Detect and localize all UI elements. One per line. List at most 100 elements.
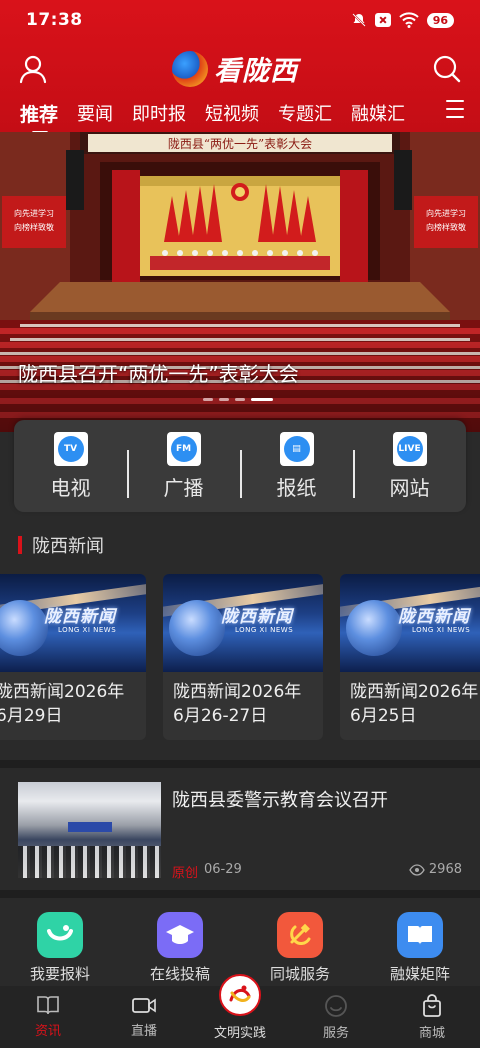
media-item-tv[interactable]: TV 电视: [14, 431, 127, 501]
media-label: 报纸: [276, 475, 317, 500]
carousel-dot: [203, 398, 213, 401]
nav-label: 文明实践: [213, 1026, 266, 1041]
bottom-navigation: 资讯 直播 文明实践 服务 商城: [0, 974, 480, 1048]
channel-tabs: 推荐 要闻 即时报 短视频 专题汇 融媒汇: [0, 94, 480, 134]
hero-banner[interactable]: 陇西县“两优一先”表彰大会 向先进学习 向榜样致敬 向先进学习 向榜样致敬 陇西…: [0, 132, 480, 432]
tab-topics[interactable]: 专题汇: [278, 100, 332, 126]
search-icon[interactable]: [432, 54, 462, 84]
news-thumbnail: 陇西新闻 LONG XI NEWS: [340, 574, 480, 672]
media-item-newspaper[interactable]: ▤ 报纸: [240, 431, 353, 501]
logo-mark-icon: [172, 50, 208, 87]
section-divider: [0, 760, 480, 768]
media-label: 电视: [50, 475, 91, 500]
tab-short-video[interactable]: 短视频: [205, 100, 259, 126]
svg-text:向榜样致敬: 向榜样致敬: [14, 222, 54, 232]
status-bar: 17:38 96: [0, 0, 480, 40]
user-icon[interactable]: [18, 54, 48, 84]
book-open-icon: [37, 996, 59, 1015]
media-item-website[interactable]: LIVE 网站: [353, 431, 466, 501]
news-carousel[interactable]: 陇西新闻 LONG XI NEWS 陇西新闻2026年 6月29日 陇西新闻 L…: [0, 574, 480, 742]
nav-label: 商城: [418, 1026, 445, 1041]
nav-label: 服务: [322, 1026, 349, 1041]
nav-label: 直播: [130, 1024, 157, 1039]
news-card-text: 陇西新闻2026年 6月25日: [340, 672, 480, 736]
news-card[interactable]: 陇西新闻 LONG XI NEWS 陇西新闻2026年 6月29日: [0, 574, 146, 740]
service-label: 融媒矩阵: [389, 965, 450, 983]
tab-instant[interactable]: 即时报: [132, 100, 186, 126]
article-thumbnail: [18, 782, 161, 878]
svg-text:向先进学习: 向先进学习: [426, 208, 466, 218]
newspaper-icon: ▤: [279, 431, 314, 466]
nav-mall[interactable]: 商城: [384, 986, 480, 1048]
nav-service[interactable]: 服务: [288, 986, 384, 1048]
tab-headlines[interactable]: 要闻: [77, 100, 113, 126]
article-views: 2968: [409, 862, 462, 877]
status-time: 17:38: [26, 10, 83, 30]
report-icon: [37, 912, 83, 958]
news-card-text: 陇西新闻2026年 6月26-27日: [163, 672, 323, 736]
media-entries: TV 电视 FM 广播 ▤ 报纸 LIVE 网站: [14, 420, 466, 512]
media-label: 网站: [389, 475, 430, 500]
smile-icon: [325, 995, 347, 1017]
article-item[interactable]: 陇西县委警示教育会议召开 原创 06-29 2968: [0, 768, 480, 890]
news-card-title-line2: 6月26-27日: [173, 706, 268, 726]
thumb-subtitle: LONG XI NEWS: [58, 626, 117, 634]
channel-menu-icon[interactable]: [446, 100, 464, 122]
app-logo: 看陇西: [172, 49, 298, 88]
tab-media[interactable]: 融媒汇: [351, 100, 405, 126]
tab-recommend[interactable]: 推荐: [20, 100, 58, 134]
news-card-title-line1: 陇西新闻2026年: [173, 682, 302, 702]
app-header: 17:38 96 看陇西 推荐 要闻 即时报 短视频 专题汇 融媒汇: [0, 0, 480, 134]
stage-sign-text: 陇西县“两优一先”表彰大会: [168, 136, 312, 151]
news-card[interactable]: 陇西新闻 LONG XI NEWS 陇西新闻2026年 6月26-27日: [163, 574, 323, 740]
service-label: 我要报料: [29, 965, 90, 983]
news-card-title-line1: 陇西新闻2026年: [350, 682, 479, 702]
thumb-title: 陇西新闻: [44, 607, 116, 627]
wifi-icon: [398, 12, 419, 28]
status-icons: 96: [351, 12, 454, 28]
news-card-title-line1: 陇西新闻2026年: [0, 682, 125, 702]
carousel-dot-active: [251, 398, 273, 401]
section-accent-bar: [18, 536, 22, 554]
title-bar: 看陇西: [0, 44, 480, 94]
nav-news[interactable]: 资讯: [0, 986, 96, 1048]
banner-image: 陇西县“两优一先”表彰大会 向先进学习 向榜样致敬 向先进学习 向榜样致敬: [0, 132, 480, 432]
globe-icon: [346, 600, 402, 656]
nav-label: 资讯: [34, 1024, 61, 1039]
eye-icon: [409, 863, 425, 876]
radio-icon: FM: [166, 431, 201, 466]
news-card-title-line2: 6月25日: [350, 706, 417, 726]
section-title[interactable]: 陇西新闻: [32, 532, 104, 558]
service-matrix[interactable]: 融媒矩阵: [360, 898, 480, 986]
service-label: 在线投稿: [149, 965, 210, 983]
service-report[interactable]: 我要报料: [0, 898, 120, 986]
nav-civilization[interactable]: 文明实践: [192, 974, 288, 1048]
article-view-count: 2968: [428, 862, 462, 877]
live-icon: LIVE: [392, 431, 427, 466]
section-divider: [0, 890, 480, 898]
sim-off-icon: [374, 13, 391, 27]
globe-icon: [169, 600, 225, 656]
media-item-radio[interactable]: FM 广播: [127, 431, 240, 501]
globe-icon: [0, 600, 48, 656]
svg-text:向榜样致敬: 向榜样致敬: [426, 222, 466, 232]
media-label: 广播: [163, 475, 204, 500]
banner-title[interactable]: 陇西县召开“两优一先”表彰大会: [18, 358, 299, 387]
section-header: 陇西新闻: [18, 532, 104, 558]
carousel-dot: [219, 398, 229, 401]
book-icon: [397, 912, 443, 958]
shopping-bag-icon: [423, 994, 441, 1017]
carousel-dots: [203, 398, 273, 401]
service-submit[interactable]: 在线投稿: [120, 898, 240, 986]
article-title: 陇西县委警示教育会议召开: [172, 790, 388, 811]
article-date: 06-29: [204, 862, 242, 877]
news-thumbnail: 陇西新闻 LONG XI NEWS: [0, 574, 146, 672]
video-camera-icon: [132, 998, 156, 1013]
article-original-tag: 原创: [172, 866, 199, 881]
service-city[interactable]: 同城服务: [240, 898, 360, 986]
battery-indicator: 96: [426, 12, 454, 28]
news-card[interactable]: 陇西新闻 LONG XI NEWS 陇西新闻2026年 6月25日: [340, 574, 480, 740]
party-emblem-icon: [277, 912, 323, 958]
news-thumbnail: 陇西新闻 LONG XI NEWS: [163, 574, 323, 672]
nav-live[interactable]: 直播: [96, 986, 192, 1048]
